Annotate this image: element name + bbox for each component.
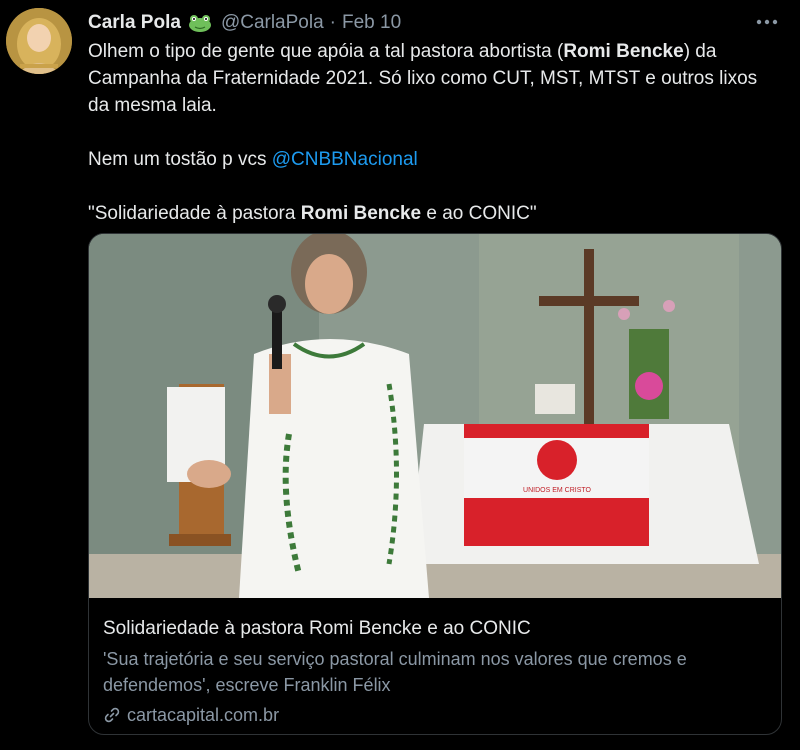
text-segment: Nem um tostão p vcs (88, 149, 272, 170)
link-icon (104, 707, 120, 723)
link-preview-card[interactable]: UNIDOS EM CRISTO Solidariedade à pastora… (88, 233, 782, 735)
avatar[interactable] (6, 8, 72, 74)
card-domain[interactable]: cartacapital.com.br (127, 702, 279, 728)
tweet-date[interactable]: Feb 10 (342, 12, 401, 34)
separator: · (329, 12, 336, 33)
tweet-text: Olhem o tipo de gente que apóia a tal pa… (88, 38, 778, 227)
author-name[interactable]: Carla Pola (88, 12, 181, 34)
card-text: Solidariedade à pastora Romi Bencke e ao… (103, 616, 773, 728)
frog-emoji-icon (187, 14, 213, 32)
card-image[interactable]: UNIDOS EM CRISTO (89, 234, 781, 598)
banner-text: UNIDOS EM CRISTO (523, 487, 591, 494)
tweet-paragraph-1: Olhem o tipo de gente que apóia a tal pa… (88, 38, 778, 119)
author-handle[interactable]: @CarlaPola (221, 12, 324, 34)
tweet-header: Carla Pola @CarlaPola · Feb 10 (88, 10, 401, 36)
more-dots-icon[interactable] (754, 12, 780, 32)
card-description: 'Sua trajetória e seu serviço pastoral c… (103, 649, 687, 695)
card-title[interactable]: Solidariedade à pastora Romi Bencke e ao… (103, 616, 773, 642)
tweet-paragraph-3: "Solidariedade à pastora Romi Bencke e a… (88, 200, 778, 227)
text-segment: "Solidariedade à pastora (88, 203, 301, 224)
card-domain-row[interactable]: cartacapital.com.br (103, 702, 773, 728)
text-bold: Romi Bencke (300, 203, 422, 224)
text-segment: e ao CONIC" (421, 203, 537, 224)
text-bold: Romi Bencke (563, 41, 684, 62)
tweet[interactable]: Carla Pola @CarlaPola · Feb 10 Olhem o t… (0, 0, 800, 750)
mention-link[interactable]: @CNBBNacional (272, 149, 418, 170)
text-segment: Olhem o tipo de gente que apóia a tal pa… (88, 41, 564, 62)
tweet-paragraph-2: Nem um tostão p vcs @CNBBNacional (88, 146, 778, 173)
